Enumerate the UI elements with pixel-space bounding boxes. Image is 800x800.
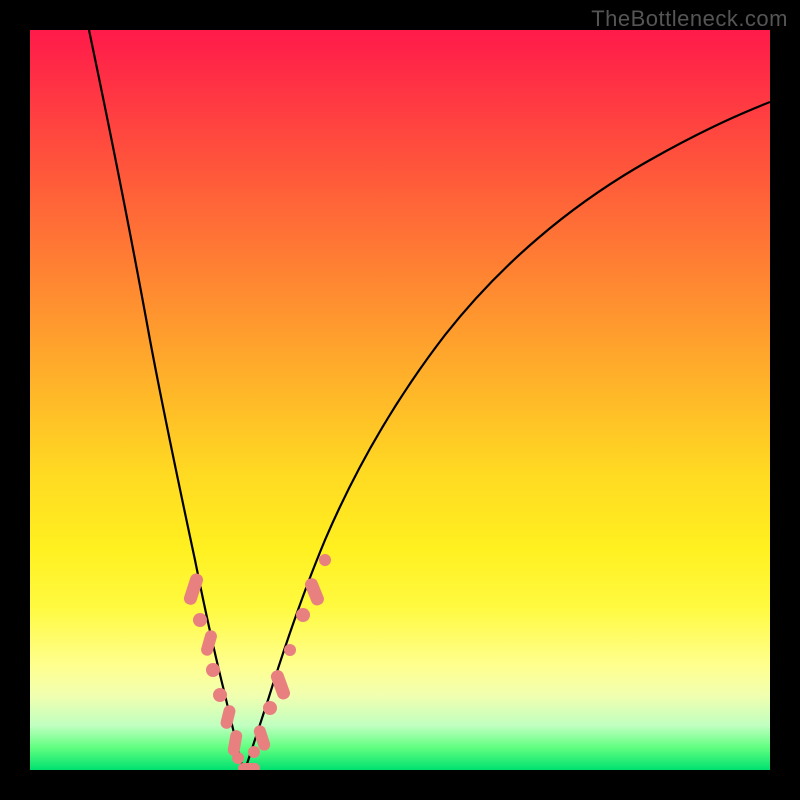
- left-markers: [182, 572, 244, 764]
- marker-dot: [238, 763, 260, 770]
- marker-dot: [319, 554, 331, 566]
- marker-dot: [206, 663, 220, 677]
- watermark-text: TheBottleneck.com: [591, 6, 788, 32]
- right-curve: [245, 102, 770, 770]
- marker-dot: [219, 704, 236, 730]
- marker-dot: [303, 576, 326, 607]
- marker-dot: [248, 746, 260, 758]
- marker-dot: [263, 701, 277, 715]
- chart-svg: [30, 30, 770, 770]
- marker-dot: [284, 644, 296, 656]
- marker-dot: [232, 752, 244, 764]
- marker-dot: [296, 608, 310, 622]
- right-markers: [248, 554, 331, 758]
- plot-area: [30, 30, 770, 770]
- marker-dot: [213, 688, 227, 702]
- chart-container: TheBottleneck.com: [0, 0, 800, 800]
- marker-dot: [193, 613, 207, 627]
- left-curve: [89, 30, 245, 770]
